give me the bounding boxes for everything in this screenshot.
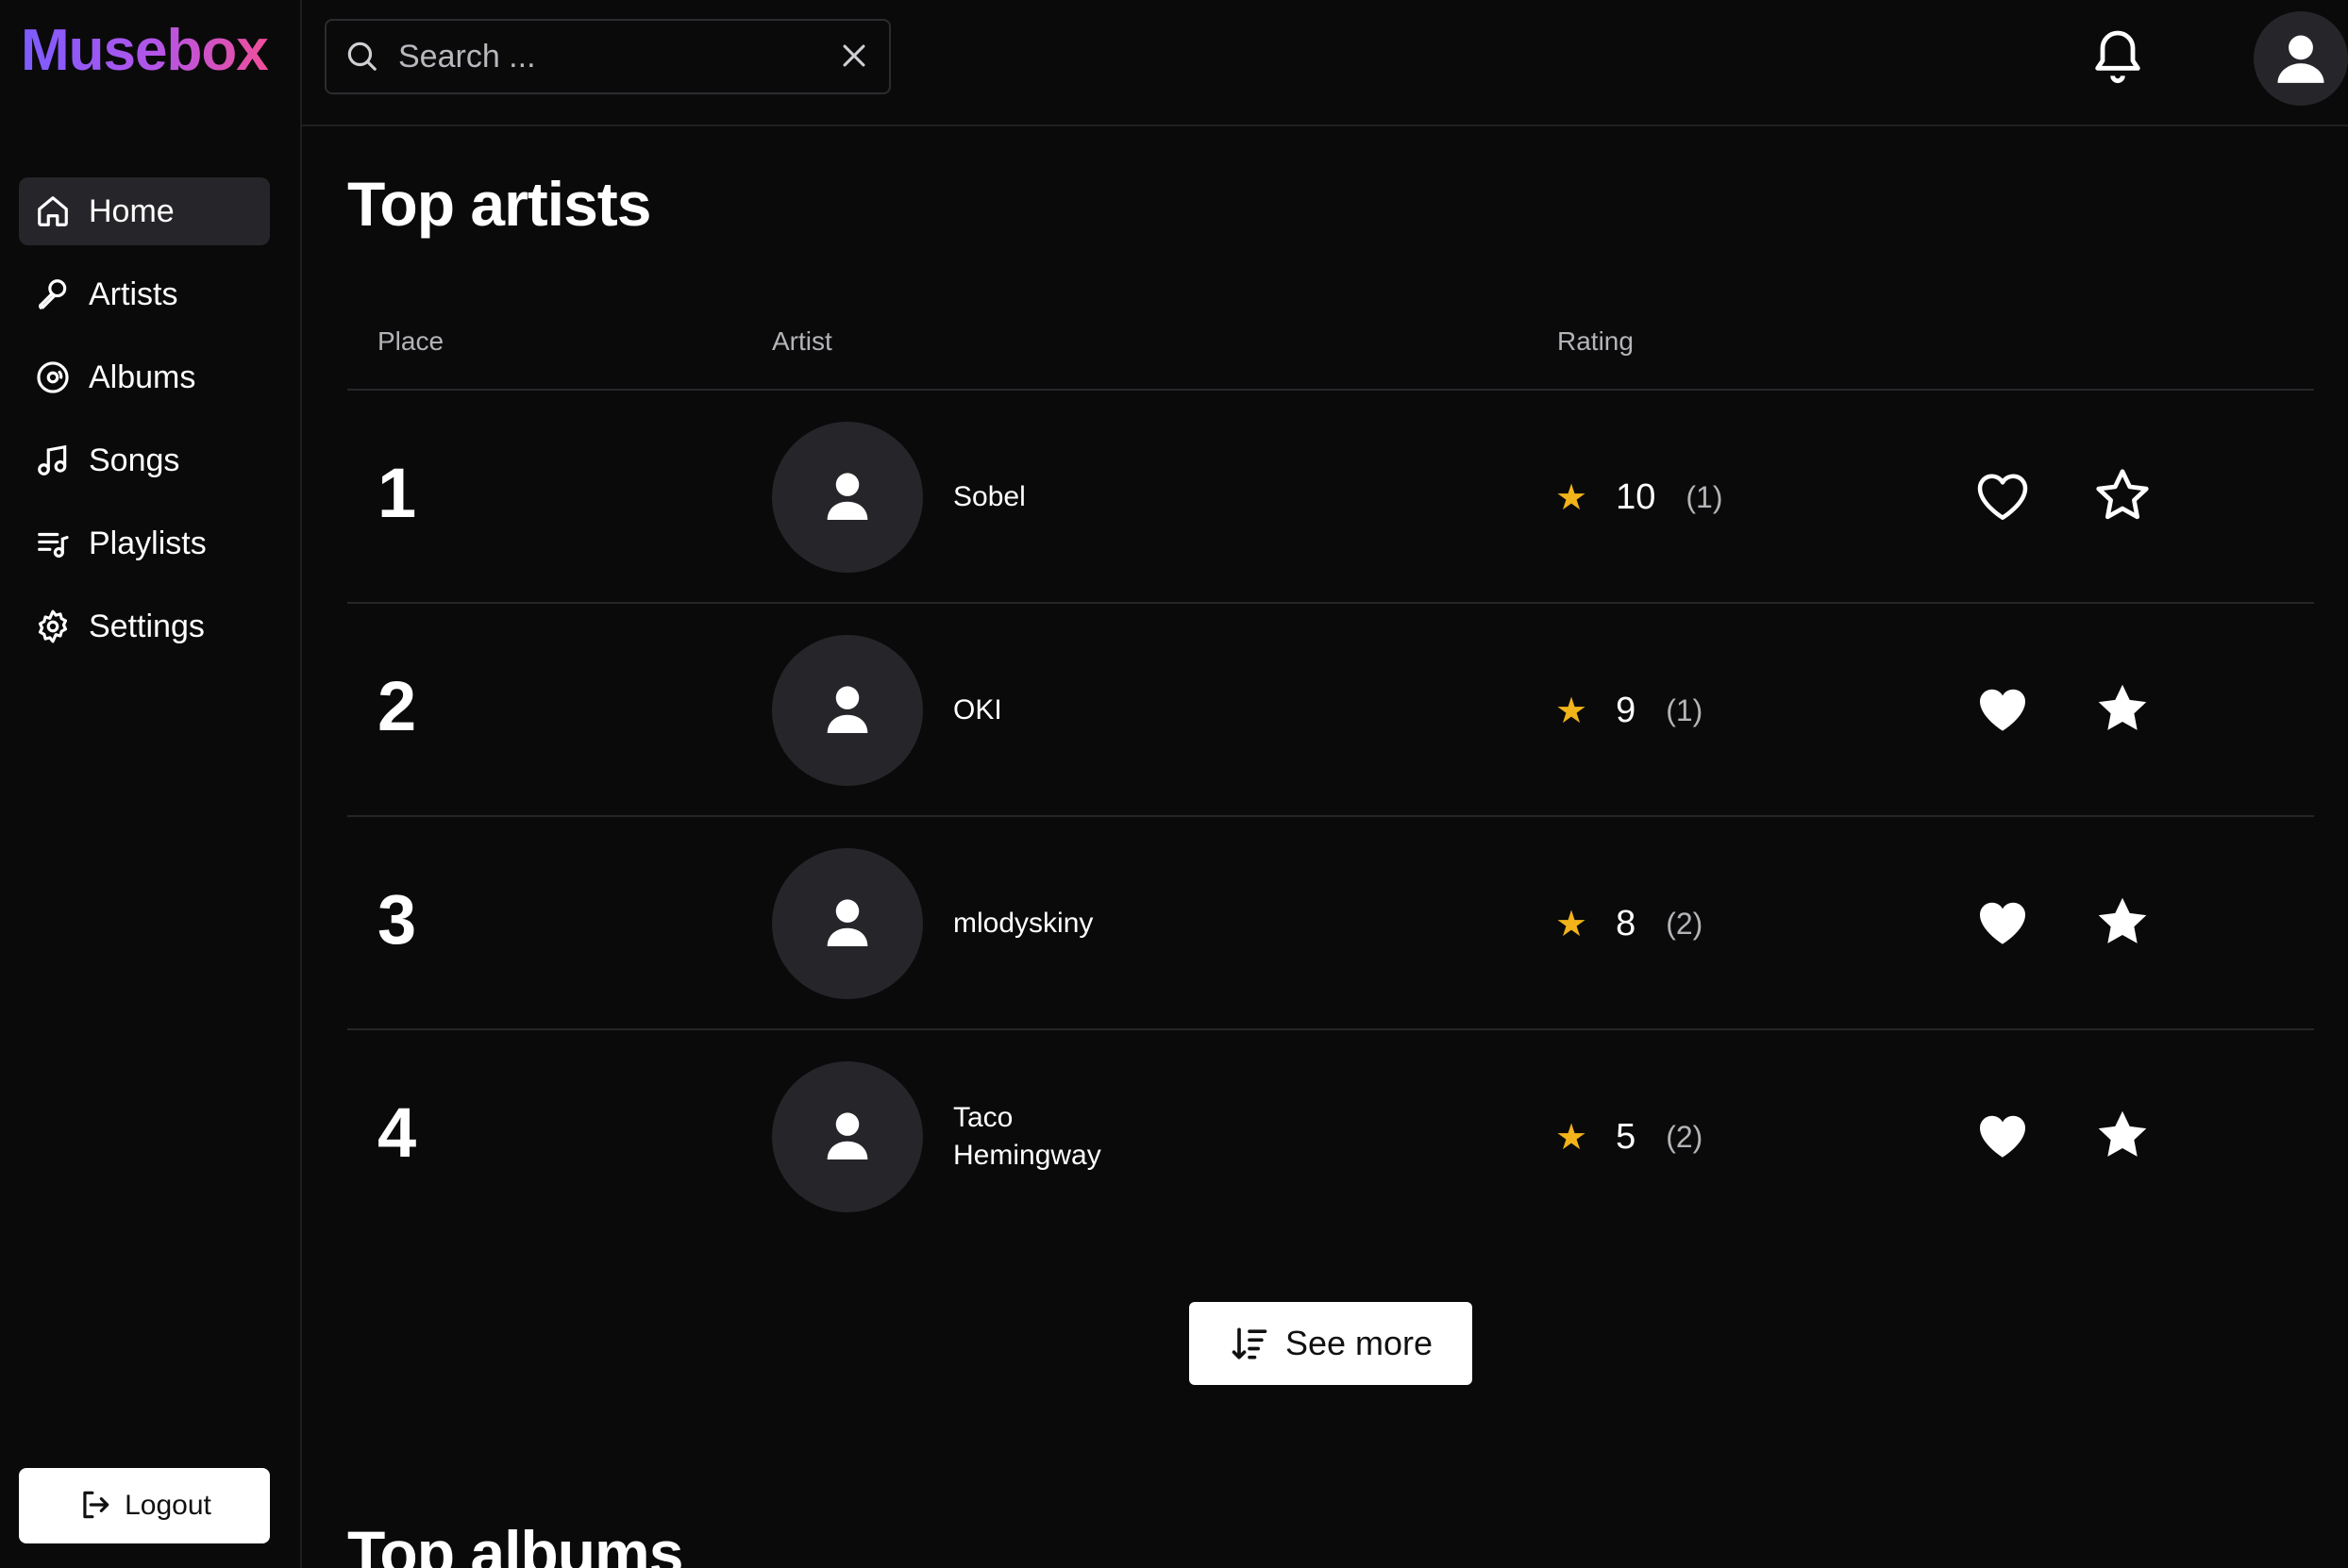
microphone-icon <box>34 275 72 313</box>
artist-avatar[interactable] <box>772 1061 923 1212</box>
like-heart-filled-icon[interactable] <box>1972 892 2033 953</box>
favorite-star-outline-icon[interactable] <box>2091 464 2154 526</box>
playlist-icon <box>34 525 72 562</box>
like-heart-filled-icon[interactable] <box>1972 1106 2033 1166</box>
artist-rating: ★ 5 (2) <box>1555 1030 1702 1243</box>
table-row[interactable]: 3 mlodyskiny ★ 8 (2) <box>347 817 2314 1030</box>
rating-value: 5 <box>1616 1116 1636 1157</box>
artist-name[interactable]: Taco Hemingway <box>953 1030 1142 1243</box>
sidebar-item-settings[interactable]: Settings <box>19 592 270 660</box>
artist-name[interactable]: mlodyskiny <box>953 817 1199 1030</box>
sidebar-nav: Home Artists Albums Songs Playlists Sett… <box>19 177 270 676</box>
rating-votes: (1) <box>1686 479 1723 514</box>
sidebar-item-artists[interactable]: Artists <box>19 260 270 328</box>
logout-icon <box>77 1487 115 1525</box>
main-content: Top artists Place Artist Rating 1 Sobel … <box>302 126 2348 1568</box>
user-icon <box>2277 35 2324 83</box>
artist-name[interactable]: Sobel <box>953 391 1199 604</box>
logout-button[interactable]: Logout <box>19 1468 270 1543</box>
favorite-star-filled-icon[interactable] <box>2091 677 2154 740</box>
artist-rating: ★ 10 (1) <box>1555 391 1722 604</box>
artist-avatar[interactable] <box>772 635 923 786</box>
rating-votes: (2) <box>1666 1119 1703 1154</box>
search-input[interactable] <box>398 38 838 75</box>
logout-label: Logout <box>125 1490 211 1521</box>
user-icon <box>827 899 868 946</box>
artist-avatar[interactable] <box>772 422 923 573</box>
rating-value: 9 <box>1616 690 1636 730</box>
rating-votes: (2) <box>1666 906 1703 941</box>
sidebar-item-albums[interactable]: Albums <box>19 343 270 411</box>
home-icon <box>34 192 72 230</box>
user-icon <box>827 473 868 520</box>
rating-star-icon: ★ <box>1555 477 1588 518</box>
sort-descending-icon <box>1229 1323 1270 1364</box>
rating-value: 8 <box>1616 903 1636 943</box>
rating-star-icon: ★ <box>1555 691 1588 731</box>
artist-name[interactable]: OKI <box>953 604 1199 817</box>
sidebar-item-label: Albums <box>89 359 196 395</box>
section-title-top-albums: Top albums <box>347 1518 683 1568</box>
page-title: Top artists <box>347 169 651 239</box>
sidebar-item-home[interactable]: Home <box>19 177 270 245</box>
column-header-artist: Artist <box>772 326 832 356</box>
favorite-star-filled-icon[interactable] <box>2091 1104 2154 1166</box>
user-avatar[interactable] <box>2254 11 2348 106</box>
like-heart-filled-icon[interactable] <box>1972 679 2033 740</box>
topbar <box>302 0 2348 126</box>
column-header-rating: Rating <box>1557 326 1634 356</box>
user-icon <box>827 1112 868 1159</box>
sidebar-item-label: Playlists <box>89 525 207 561</box>
sidebar-item-songs[interactable]: Songs <box>19 426 270 494</box>
top-artists-table: Place Artist Rating 1 Sobel ★ 10 (1) 2 O… <box>347 315 2314 1243</box>
table-row[interactable]: 1 Sobel ★ 10 (1) <box>347 391 2314 604</box>
sidebar: Musebox Home Artists Albums Songs Playli… <box>0 0 302 1568</box>
notifications-bell-icon[interactable] <box>2088 23 2148 89</box>
see-more-button[interactable]: See more <box>1189 1302 1472 1385</box>
artist-rating: ★ 8 (2) <box>1555 817 1702 1030</box>
sidebar-item-label: Songs <box>89 442 180 478</box>
user-icon <box>827 686 868 733</box>
sidebar-item-playlists[interactable]: Playlists <box>19 509 270 577</box>
table-row[interactable]: 2 OKI ★ 9 (1) <box>347 604 2314 817</box>
sidebar-item-label: Settings <box>89 608 205 644</box>
sidebar-item-label: Artists <box>89 275 178 312</box>
artist-avatar[interactable] <box>772 848 923 999</box>
search-icon <box>344 38 381 75</box>
place-number: 2 <box>377 667 417 745</box>
clear-search-icon[interactable] <box>838 40 872 74</box>
table-header: Place Artist Rating <box>347 315 2314 391</box>
music-note-icon <box>34 442 72 479</box>
disc-icon <box>34 359 72 396</box>
app-logo[interactable]: Musebox <box>21 17 269 84</box>
place-number: 3 <box>377 880 417 959</box>
table-row[interactable]: 4 Taco Hemingway ★ 5 (2) <box>347 1030 2314 1243</box>
gear-icon <box>34 608 72 645</box>
favorite-star-filled-icon[interactable] <box>2091 891 2154 953</box>
artist-rating: ★ 9 (1) <box>1555 604 1702 817</box>
like-heart-outline-icon[interactable] <box>1972 466 2033 526</box>
app-root: Musebox Home Artists Albums Songs Playli… <box>0 0 2348 1568</box>
place-number: 1 <box>377 454 417 532</box>
rating-value: 10 <box>1616 476 1656 517</box>
see-more-label: See more <box>1284 1324 1434 1362</box>
column-header-place: Place <box>377 326 444 356</box>
sidebar-item-label: Home <box>89 192 175 229</box>
rating-star-icon: ★ <box>1555 1117 1588 1158</box>
search-box <box>325 19 891 94</box>
place-number: 4 <box>377 1093 417 1172</box>
rating-star-icon: ★ <box>1555 904 1588 944</box>
rating-votes: (1) <box>1666 692 1703 727</box>
